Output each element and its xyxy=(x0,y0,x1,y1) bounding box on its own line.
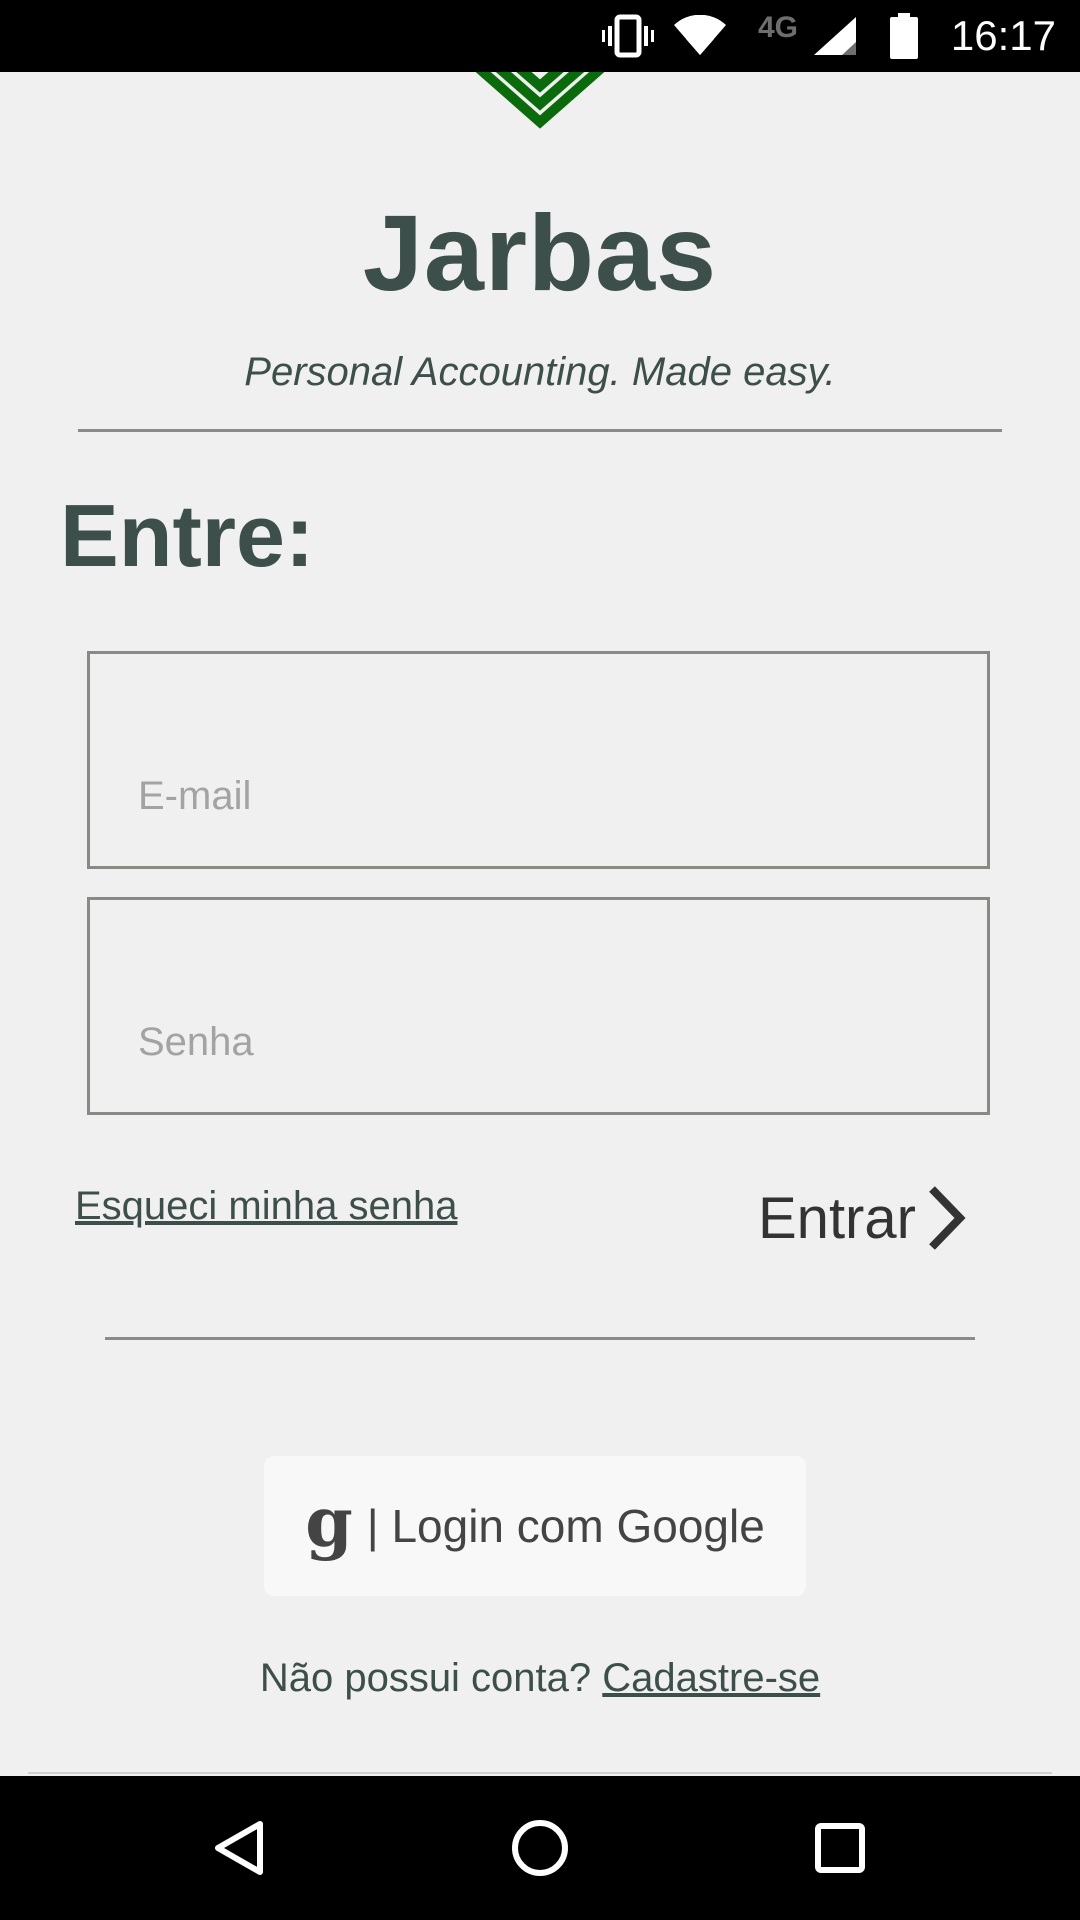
login-screen: 4G 16:17 Jarbas Personal Accounting. Mad… xyxy=(0,0,1080,1920)
recents-icon[interactable] xyxy=(780,1776,900,1920)
login-heading: Entre: xyxy=(60,486,315,585)
app-tagline: Personal Accounting. Made easy. xyxy=(244,350,836,394)
signal-icon xyxy=(810,0,860,72)
enter-button-label: Entrar xyxy=(758,1185,916,1251)
wifi-icon xyxy=(672,0,728,72)
logo-chevron-icon xyxy=(475,72,605,129)
status-time: 16:17 xyxy=(950,12,1056,59)
google-login-label: | Login com Google xyxy=(366,1500,765,1552)
divider xyxy=(105,1337,975,1340)
divider xyxy=(28,1772,1052,1774)
email-field[interactable] xyxy=(87,651,990,869)
chevron-right-icon xyxy=(929,1186,966,1250)
signup-prompt: Não possui conta? xyxy=(259,1656,592,1700)
signup-row: Não possui conta? Cadastre-se xyxy=(0,1656,1080,1701)
app-title: Jarbas xyxy=(362,192,718,313)
password-field[interactable] xyxy=(87,897,990,1115)
signup-link[interactable]: Cadastre-se xyxy=(602,1656,820,1700)
forgot-password-link[interactable]: Esqueci minha senha xyxy=(75,1184,457,1229)
google-icon: g xyxy=(305,1483,353,1563)
status-bar: 4G 16:17 xyxy=(0,0,1080,72)
google-login-button[interactable]: g | Login com Google xyxy=(264,1456,806,1596)
navigation-bar xyxy=(0,1776,1080,1920)
password-input[interactable] xyxy=(138,1012,967,1072)
enter-button[interactable]: Entrar xyxy=(758,1178,966,1258)
email-input[interactable] xyxy=(138,766,967,826)
network-type: 4G xyxy=(757,11,799,44)
vibrate-icon xyxy=(598,0,658,72)
home-icon[interactable] xyxy=(480,1776,600,1920)
battery-icon xyxy=(884,0,924,72)
back-icon[interactable] xyxy=(180,1776,300,1920)
divider xyxy=(78,429,1002,432)
